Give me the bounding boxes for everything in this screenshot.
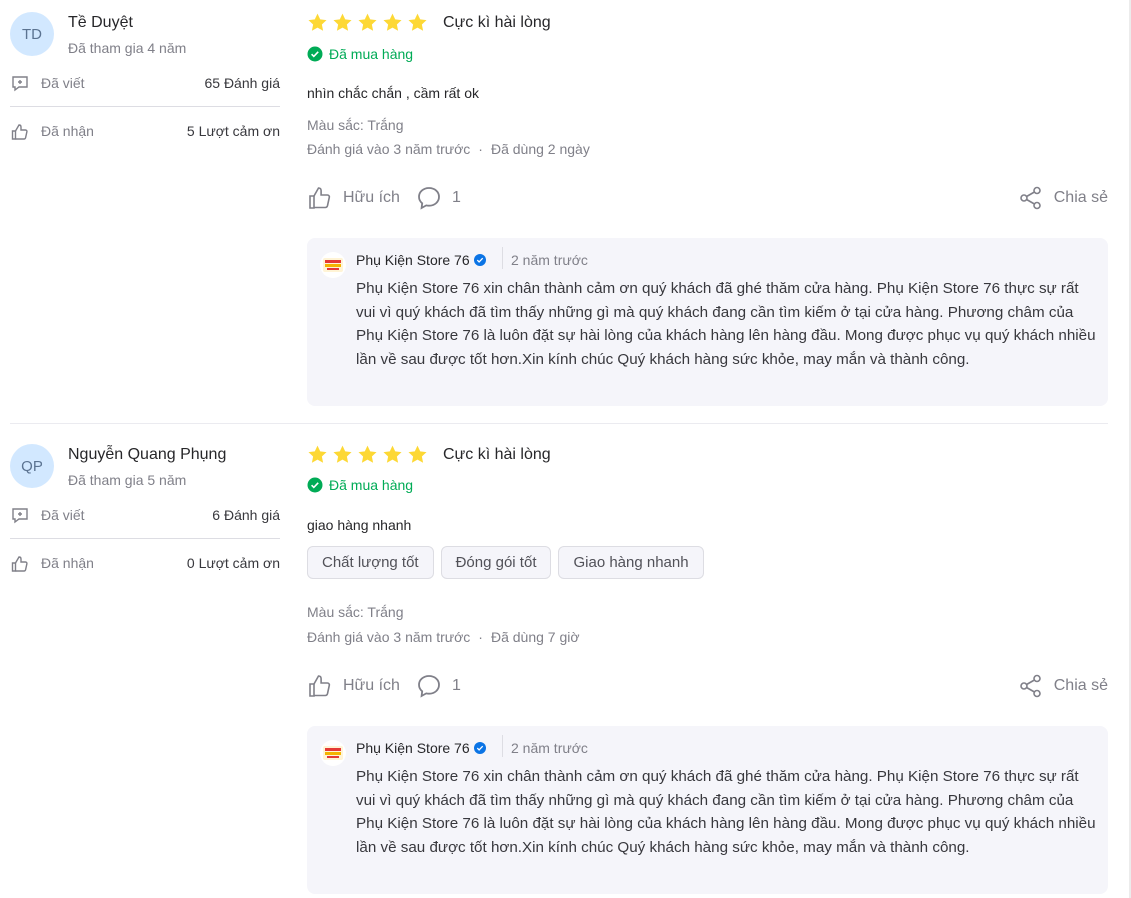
star-rating — [307, 12, 428, 36]
rating-title: Cực kì hài lòng — [443, 14, 551, 31]
review-comment: giao hàng nhanh — [307, 517, 412, 533]
comment-count: 1 — [452, 677, 461, 694]
rating-title: Cực kì hài lòng — [443, 446, 551, 463]
reply-time: 2 năm trước — [511, 740, 588, 756]
review-item: QP Nguyễn Quang Phụng Đã tham gia 5 năm … — [0, 424, 1131, 898]
comment-bubble-icon — [418, 187, 440, 210]
comment-button[interactable]: 1 — [416, 672, 461, 700]
review-actions: Hữu ích 1 Chia sẻ — [307, 184, 1108, 212]
comment-button[interactable]: 1 — [416, 184, 461, 212]
star-icon — [308, 445, 327, 463]
review-date: Đánh giá vào 3 năm trước — [307, 141, 471, 157]
review-date: Đánh giá vào 3 năm trước — [307, 629, 471, 645]
seller-logo-icon — [320, 252, 346, 278]
reviews-written-stat: Đã viết 65 Đánh giá — [10, 73, 280, 95]
thanks-received-stat: Đã nhận 5 Lượt cảm ơn — [10, 121, 280, 143]
thanks-received-value: 5 Lượt cảm ơn — [186, 123, 280, 139]
review-tag: Chất lượng tốt — [307, 546, 434, 579]
reviews-written-value: 65 Đánh giá — [204, 75, 280, 91]
verified-badge-icon — [473, 742, 486, 754]
reviews-written-label: Đã viết — [41, 75, 85, 91]
purchased-label: Đã mua hàng — [329, 477, 414, 493]
written-review-icon — [12, 508, 28, 524]
star-icon — [333, 445, 352, 463]
thanks-received-stat: Đã nhận 0 Lượt cảm ơn — [10, 553, 280, 575]
reviews-written-stat: Đã viết 6 Đánh giá — [10, 505, 280, 527]
reply-text: Phụ Kiện Store 76 xin chân thành cảm ơn … — [356, 280, 1096, 368]
helpful-label: Hữu ích — [343, 677, 400, 694]
star-icon — [383, 445, 402, 463]
star-icon — [383, 13, 402, 31]
divider — [502, 247, 503, 269]
star-icon — [408, 445, 427, 463]
thanks-received-label: Đã nhận — [41, 123, 94, 139]
review-item: TD Tề Duyệt Đã tham gia 4 năm Đã viết 65… — [0, 0, 1131, 424]
seller-name-text: Phụ Kiện Store 76 — [356, 252, 470, 268]
review-timing: Đánh giá vào 3 năm trước · Đã dùng 7 giờ — [307, 629, 580, 645]
review-tag: Đóng gói tốt — [440, 546, 552, 579]
verified-badge-icon — [473, 254, 486, 266]
review-tags: Chất lượng tốt Đóng gói tốt Giao hàng nh… — [307, 546, 704, 579]
star-icon — [408, 13, 427, 31]
reviewer-name: Tề Duyệt — [68, 14, 133, 31]
thumbs-up-icon — [309, 187, 331, 209]
usage-duration: Đã dùng 7 giờ — [490, 629, 580, 645]
seller-reply: Phụ Kiện Store 76 2 năm trước Phụ Kiện S… — [307, 726, 1108, 894]
share-button[interactable]: Chia sẻ — [1018, 672, 1108, 700]
star-icon — [308, 13, 327, 31]
avatar: TD — [10, 12, 54, 56]
divider — [10, 538, 280, 539]
check-circle-icon — [307, 477, 323, 493]
usage-duration: Đã dùng 2 ngày — [490, 141, 590, 157]
reply-text: Phụ Kiện Store 76 xin chân thành cảm ơn … — [356, 768, 1096, 856]
comment-bubble-icon — [418, 675, 440, 698]
divider — [10, 106, 280, 107]
reviews-written-label: Đã viết — [41, 507, 85, 523]
helpful-button[interactable]: Hữu ích — [307, 184, 400, 212]
share-label: Chia sẻ — [1053, 677, 1108, 694]
seller-logo-icon — [320, 740, 346, 766]
purchased-badge: Đã mua hàng — [307, 475, 413, 495]
seller-name: Phụ Kiện Store 76 — [356, 740, 486, 756]
reviewer-name: Nguyễn Quang Phụng — [68, 446, 227, 463]
share-button[interactable]: Chia sẻ — [1018, 184, 1108, 212]
star-rating — [307, 444, 428, 468]
star-icon — [333, 13, 352, 31]
thumbs-up-icon — [309, 675, 331, 697]
review-comment: nhìn chắc chắn , cầm rất ok — [307, 85, 479, 101]
purchased-badge: Đã mua hàng — [307, 44, 413, 64]
purchased-label: Đã mua hàng — [329, 46, 414, 62]
seller-name: Phụ Kiện Store 76 — [356, 252, 486, 268]
thanks-received-label: Đã nhận — [41, 555, 94, 571]
reviews-written-value: 6 Đánh giá — [212, 507, 280, 523]
divider — [502, 735, 503, 757]
share-icon — [1019, 186, 1041, 210]
helpful-label: Hữu ích — [343, 189, 400, 206]
seller-name-text: Phụ Kiện Store 76 — [356, 740, 470, 756]
share-label: Chia sẻ — [1053, 189, 1108, 206]
written-review-icon — [12, 76, 28, 92]
helpful-button[interactable]: Hữu ích — [307, 672, 400, 700]
thumbs-up-icon — [11, 556, 28, 572]
star-icon — [358, 13, 377, 31]
review-actions: Hữu ích 1 Chia sẻ — [307, 672, 1108, 700]
review-timing: Đánh giá vào 3 năm trước · Đã dùng 2 ngày — [307, 141, 590, 157]
product-variant: Màu sắc: Trắng — [307, 604, 404, 620]
thanks-received-value: 0 Lượt cảm ơn — [186, 555, 280, 571]
check-circle-icon — [307, 46, 323, 62]
comment-count: 1 — [452, 189, 461, 206]
reviewer-joined: Đã tham gia 4 năm — [68, 40, 187, 56]
review-tag: Giao hàng nhanh — [558, 546, 704, 579]
avatar: QP — [10, 444, 54, 488]
star-icon — [358, 445, 377, 463]
seller-reply: Phụ Kiện Store 76 2 năm trước Phụ Kiện S… — [307, 238, 1108, 406]
thumbs-up-icon — [11, 124, 28, 140]
reply-time: 2 năm trước — [511, 252, 588, 268]
product-variant: Màu sắc: Trắng — [307, 117, 404, 133]
share-icon — [1019, 674, 1041, 698]
reviewer-joined: Đã tham gia 5 năm — [68, 472, 187, 488]
